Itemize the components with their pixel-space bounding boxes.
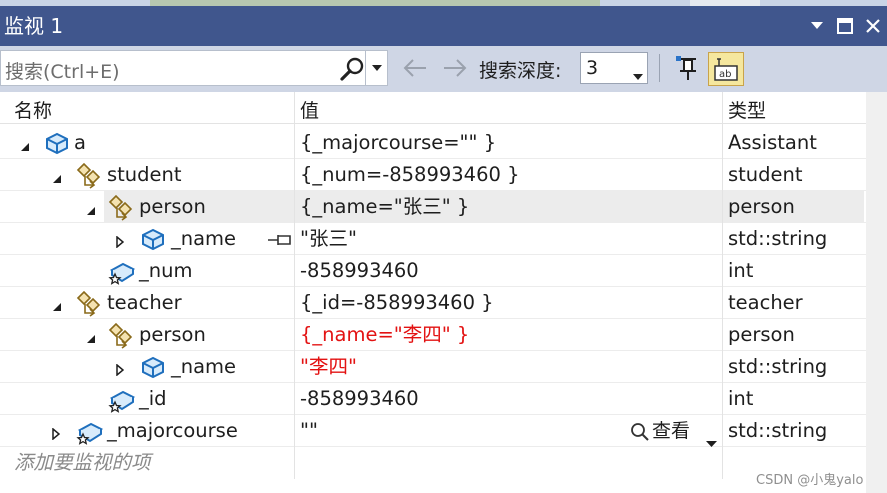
row-type: std::string xyxy=(728,355,828,378)
column-divider[interactable] xyxy=(722,92,723,479)
back-arrow-icon[interactable] xyxy=(402,56,428,84)
close-icon[interactable] xyxy=(862,14,884,38)
magnifier-icon xyxy=(630,422,650,449)
column-header-name[interactable]: 名称 xyxy=(14,96,52,123)
row-name: a xyxy=(74,131,86,154)
view-label: 查看 xyxy=(652,420,691,442)
table-row[interactable]: _id -858993460 int xyxy=(0,383,866,415)
forward-arrow-icon[interactable] xyxy=(442,56,468,84)
grid-header: 名称 值 类型 xyxy=(0,92,887,124)
row-value[interactable]: {_id=-858993460 } xyxy=(300,290,494,316)
row-name: _majorcourse xyxy=(107,419,238,442)
watch-grid: 名称 值 类型 a {_majorcourse="" } Assistant s… xyxy=(0,92,887,493)
row-type: Assistant xyxy=(728,131,817,154)
row-value[interactable]: "" xyxy=(300,418,318,444)
search-placeholder: 搜索(Ctrl+E) xyxy=(5,61,120,83)
row-value-changed[interactable]: "李四" xyxy=(300,354,357,380)
search-icon[interactable] xyxy=(339,56,365,86)
title-bar: 监视 1 xyxy=(0,6,887,46)
maximize-icon[interactable] xyxy=(834,14,856,38)
row-name: _name xyxy=(171,227,237,250)
collapse-arrow-icon[interactable] xyxy=(20,137,30,156)
table-row[interactable]: person {_name="李四" } person xyxy=(0,319,866,351)
base-class-icon xyxy=(108,322,136,353)
pin-icon[interactable] xyxy=(672,54,702,84)
collapse-arrow-icon[interactable] xyxy=(52,169,62,188)
row-value[interactable]: -858993460 xyxy=(300,258,419,284)
table-row[interactable]: _majorcourse "" 查看 std::string xyxy=(0,415,866,447)
column-header-value[interactable]: 值 xyxy=(300,96,319,123)
field-icon xyxy=(76,419,104,449)
svg-text:ab: ab xyxy=(719,69,731,80)
row-value[interactable]: {_majorcourse="" } xyxy=(300,130,496,156)
table-row[interactable]: a {_majorcourse="" } Assistant xyxy=(0,127,866,159)
row-type: std::string xyxy=(728,419,828,442)
row-type: teacher xyxy=(728,291,803,314)
window-title: 监视 1 xyxy=(4,14,64,38)
row-type: student xyxy=(728,163,803,186)
window-menu-dropdown-icon[interactable] xyxy=(806,14,828,38)
add-watch-row[interactable]: 添加要监视的项 xyxy=(0,447,866,479)
watermark: CSDN @小鬼yalo xyxy=(756,473,864,488)
add-watch-placeholder[interactable]: 添加要监视的项 xyxy=(14,450,151,476)
row-value[interactable]: {_num=-858993460 } xyxy=(300,162,520,188)
table-row[interactable]: person {_name="张三" } person xyxy=(0,191,866,223)
row-name: _num xyxy=(139,259,193,282)
toolbar: 搜索(Ctrl+E) 搜索深度: 3 ab xyxy=(0,46,887,92)
field-icon xyxy=(108,387,136,417)
column-divider[interactable] xyxy=(294,92,295,479)
vertical-scrollbar[interactable] xyxy=(866,92,887,493)
collapse-arrow-icon[interactable] xyxy=(86,329,96,348)
expand-arrow-icon[interactable] xyxy=(116,233,125,252)
row-value-changed[interactable]: {_name="李四" } xyxy=(300,322,469,348)
row-name: person xyxy=(139,195,206,218)
collapse-arrow-icon[interactable] xyxy=(86,201,96,220)
collapse-arrow-icon[interactable] xyxy=(52,297,62,316)
row-value[interactable]: {_name="张三" } xyxy=(300,194,469,220)
field-icon xyxy=(108,259,136,289)
pin-icon[interactable] xyxy=(268,231,292,250)
row-value[interactable]: -858993460 xyxy=(300,386,419,412)
search-options-dropdown-icon[interactable] xyxy=(367,51,387,85)
class-object-icon xyxy=(140,227,166,255)
row-name: teacher xyxy=(107,291,182,314)
chevron-down-icon xyxy=(633,65,643,84)
column-header-type[interactable]: 类型 xyxy=(728,96,766,123)
table-row[interactable]: teacher {_id=-858993460 } teacher xyxy=(0,287,866,319)
class-object-icon xyxy=(44,131,70,159)
expand-arrow-icon[interactable] xyxy=(52,425,61,444)
table-row[interactable]: _name "李四" std::string xyxy=(0,351,866,383)
row-name: person xyxy=(139,323,206,346)
base-class-icon xyxy=(76,290,104,321)
row-name: student xyxy=(107,163,182,186)
class-object-icon xyxy=(140,355,166,383)
search-depth-select[interactable]: 3 xyxy=(580,52,648,84)
row-name: _name xyxy=(171,355,237,378)
hex-display-toggle-icon[interactable]: ab xyxy=(708,52,744,86)
row-value[interactable]: "张三" xyxy=(300,226,357,252)
base-class-icon xyxy=(76,162,104,193)
row-type: person xyxy=(728,323,795,346)
row-name: _id xyxy=(139,387,167,410)
table-row[interactable]: _name "张三" std::string xyxy=(0,223,866,255)
table-row[interactable]: student {_num=-858993460 } student xyxy=(0,159,866,191)
base-class-icon xyxy=(108,194,136,225)
search-input[interactable]: 搜索(Ctrl+E) xyxy=(0,50,388,86)
search-depth-label: 搜索深度: xyxy=(479,60,562,82)
row-type: person xyxy=(728,195,795,218)
table-row[interactable]: _num -858993460 int xyxy=(0,255,866,287)
row-type: int xyxy=(728,387,754,410)
row-type: int xyxy=(728,259,754,282)
row-type: std::string xyxy=(728,227,828,250)
expand-arrow-icon[interactable] xyxy=(116,361,125,380)
search-depth-value: 3 xyxy=(586,57,599,79)
